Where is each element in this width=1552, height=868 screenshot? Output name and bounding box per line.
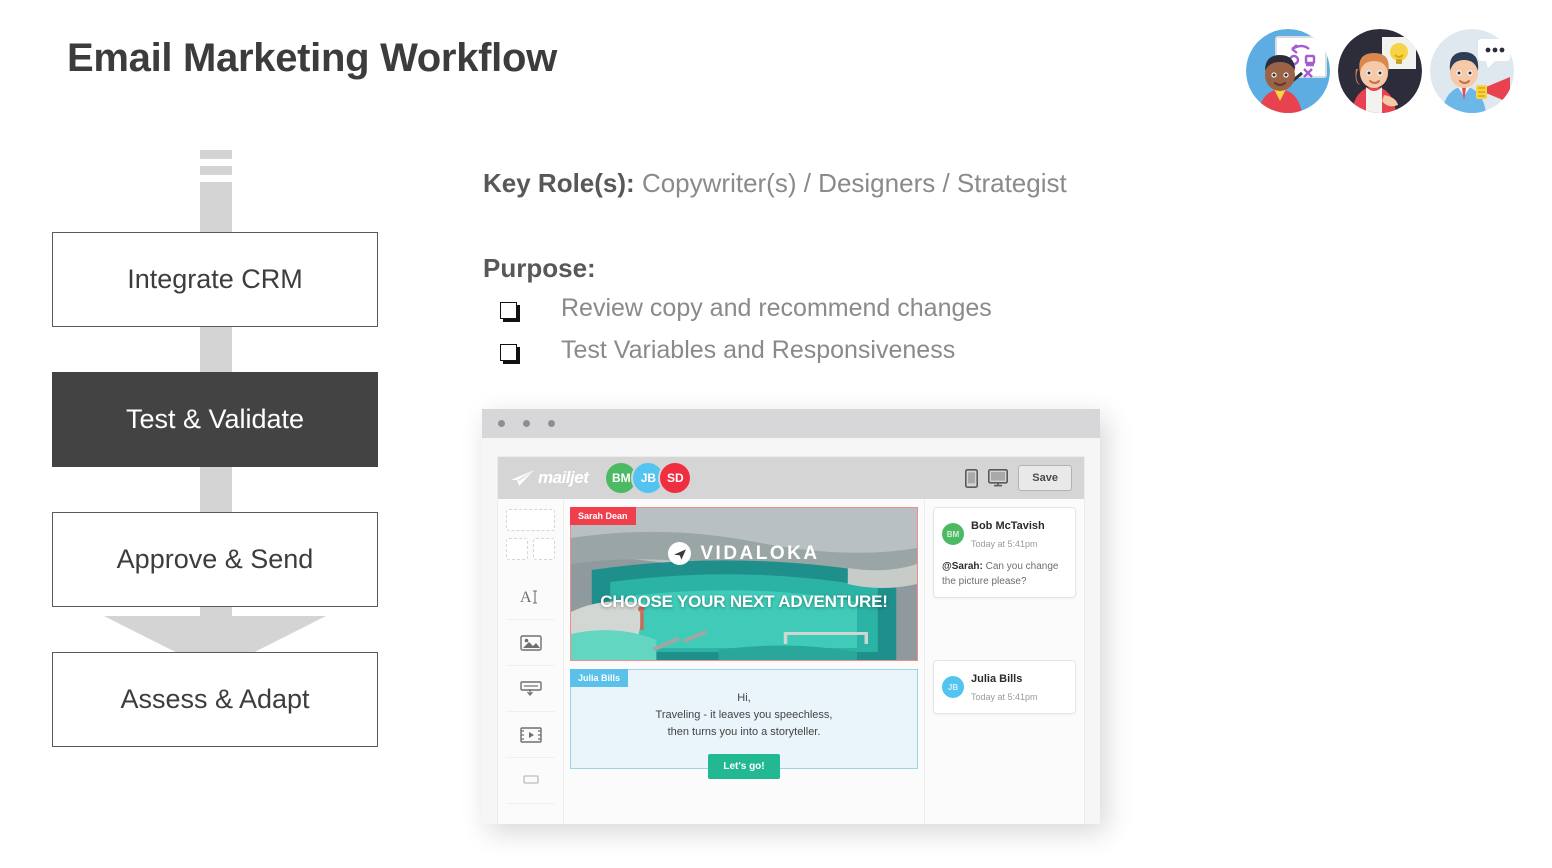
flow-step-label: Assess & Adapt (120, 684, 310, 714)
flow-step-test-validate[interactable]: Test & Validate (52, 372, 378, 467)
window-dot-icon (523, 420, 530, 427)
editor-tag-julia-bills: Julia Bills (570, 669, 629, 687)
browser-viewport: mailjet BM JB SD Save A Sarah Dean VIDAL… (482, 438, 1100, 824)
email-canvas: Sarah Dean VIDALOKA CHOOSE YOUR NEXT ADV… (564, 499, 924, 824)
page-title: Email Marketing Workflow (67, 36, 557, 80)
email-hero-block[interactable]: Sarah Dean VIDALOKA CHOOSE YOUR NEXT ADV… (570, 507, 918, 661)
divider-tool-icon[interactable] (506, 758, 555, 804)
collaborator-avatars: BM JB SD (604, 461, 693, 495)
key-roles-value: Copywriter(s) / Designers / Strategist (641, 168, 1067, 198)
purpose-label: Purpose: (483, 253, 596, 283)
flow-step-assess-adapt[interactable]: Assess & Adapt (52, 652, 378, 747)
checkbox-square-icon (500, 302, 522, 324)
editor-sidebar: A (498, 499, 564, 824)
key-roles: Key Role(s): Copywriter(s) / Designers /… (483, 168, 1067, 199)
flow-step-label: Approve & Send (116, 544, 314, 574)
email-cta-button[interactable]: Let's go! (708, 754, 780, 779)
mailjet-app: mailjet BM JB SD Save A Sarah Dean VIDAL… (498, 457, 1084, 824)
browser-titlebar (482, 409, 1100, 438)
app-topbar-actions: Save (965, 465, 1072, 491)
idea-lightbulb-avatar (1338, 29, 1422, 113)
checkbox-square-icon (500, 344, 522, 366)
comments-panel: BM Bob McTavish Today at 5:41pm @Sarah: … (924, 499, 1084, 824)
save-button[interactable]: Save (1018, 465, 1072, 491)
layout-placeholder-half[interactable] (533, 538, 555, 560)
purpose-item-text: Review copy and recommend changes (561, 294, 992, 322)
comment-header: JB Julia Bills Today at 5:41pm (942, 669, 1067, 705)
comment-timestamp: Today at 5:41pm (971, 539, 1038, 549)
airplane-icon (668, 542, 692, 565)
svg-text:A: A (520, 589, 532, 606)
header-avatar-group (1246, 29, 1514, 113)
mobile-preview-icon[interactable] (965, 468, 979, 488)
flow-step-integrate-crm[interactable]: Integrate CRM (52, 232, 378, 327)
button-tool-icon[interactable] (506, 666, 555, 712)
collaborator-avatar-sd[interactable]: SD (658, 461, 693, 495)
purpose-list-item: Review copy and recommend changes (483, 294, 1183, 336)
email-copy-line: then turns you into a storyteller. (667, 726, 821, 738)
hero-brand-name: VIDALOKA (700, 542, 820, 564)
comment-author: Julia Bills (971, 673, 1023, 685)
comment-item[interactable]: JB Julia Bills Today at 5:41pm (933, 660, 1076, 714)
desktop-preview-icon[interactable] (988, 469, 1009, 487)
strategist-whiteboard-avatar (1246, 29, 1330, 113)
comment-header: BM Bob McTavish Today at 5:41pm (942, 516, 1067, 552)
workflow-flowchart: Integrate CRM Test & Validate Approve & … (52, 150, 380, 750)
text-tool-icon[interactable]: A (506, 574, 555, 620)
video-tool-icon[interactable] (506, 712, 555, 758)
purpose-item-text: Test Variables and Responsiveness (561, 336, 956, 364)
hero-photo (571, 508, 917, 660)
hero-image: VIDALOKA CHOOSE YOUR NEXT ADVENTURE! (570, 507, 918, 661)
flow-step-approve-send[interactable]: Approve & Send (52, 512, 378, 607)
flow-step-label: Test & Validate (125, 404, 305, 434)
window-dot-icon (498, 420, 505, 427)
comment-avatar: JB (942, 676, 964, 698)
purpose-list: Review copy and recommend changes Test V… (483, 294, 1183, 378)
megaphone-announcer-avatar (1430, 29, 1514, 113)
comment-body: @Sarah: Can you change the picture pleas… (942, 559, 1067, 589)
email-copy-line: Hi, (737, 692, 751, 704)
comment-mention: @Sarah: (942, 561, 983, 572)
app-topbar: mailjet BM JB SD Save (498, 457, 1084, 499)
comment-item[interactable]: BM Bob McTavish Today at 5:41pm @Sarah: … (933, 507, 1076, 598)
email-copy-block[interactable]: Julia Bills Hi, Traveling - it leaves yo… (570, 669, 918, 779)
image-tool-icon[interactable] (506, 620, 555, 666)
hero-brand: VIDALOKA (571, 542, 917, 565)
layout-placeholder-full[interactable] (506, 509, 555, 531)
hero-headline: CHOOSE YOUR NEXT ADVENTURE! (600, 592, 888, 611)
key-roles-label: Key Role(s): (483, 168, 635, 198)
mailjet-logo[interactable]: mailjet (510, 468, 589, 488)
window-dot-icon (548, 420, 555, 427)
comment-avatar: BM (942, 523, 964, 545)
editor-tag-sarah-dean: Sarah Dean (570, 507, 636, 525)
comment-author: Bob McTavish (971, 520, 1045, 532)
app-main: A Sarah Dean VIDALOKA CHOOSE YOUR NEXT A… (498, 499, 1084, 824)
flow-step-label: Integrate CRM (127, 264, 303, 294)
layout-placeholder-half[interactable] (506, 538, 528, 560)
layout-placeholder-split (506, 538, 555, 560)
mailjet-plane-icon (511, 470, 534, 486)
email-editor-screenshot: mailjet BM JB SD Save A Sarah Dean VIDAL… (482, 409, 1100, 824)
purpose-list-item: Test Variables and Responsiveness (483, 336, 1183, 378)
email-copy-line: Traveling - it leaves you speechless, (655, 709, 833, 721)
comment-timestamp: Today at 5:41pm (971, 692, 1038, 702)
mailjet-wordmark: mailjet (538, 468, 589, 487)
